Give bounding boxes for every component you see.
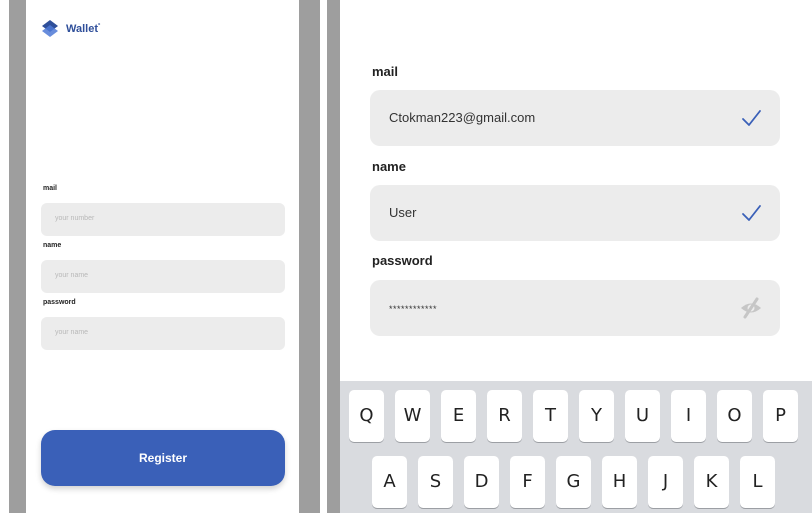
key-f[interactable]: F	[510, 456, 545, 508]
checkmark-icon	[742, 110, 761, 126]
mail-input[interactable]: your number	[41, 203, 285, 236]
eye-off-icon[interactable]	[740, 297, 762, 319]
key-d[interactable]: D	[464, 456, 499, 508]
mail-placeholder: your number	[55, 215, 95, 222]
name-label: name	[372, 159, 406, 174]
key-r[interactable]: R	[487, 390, 522, 442]
checkmark-icon	[742, 205, 761, 221]
key-w[interactable]: W	[395, 390, 430, 442]
frame-left-edge	[9, 0, 26, 513]
mail-value: Ctokman223@gmail.com	[389, 110, 536, 125]
key-q[interactable]: Q	[349, 390, 384, 442]
register-button[interactable]: Register	[41, 430, 285, 486]
key-u[interactable]: U	[625, 390, 660, 442]
password-label: password	[43, 299, 76, 306]
key-p[interactable]: P	[763, 390, 798, 442]
frame-right-edge	[327, 0, 340, 513]
name-input[interactable]: your name	[41, 260, 285, 293]
name-label: name	[43, 242, 62, 249]
wallet-logo-icon	[42, 20, 58, 37]
password-input[interactable]: your name	[41, 317, 285, 350]
frame-divider	[299, 0, 320, 513]
brand-name: Wallet°	[66, 23, 100, 35]
name-value: User	[389, 205, 417, 220]
key-y[interactable]: Y	[579, 390, 614, 442]
key-l[interactable]: L	[740, 456, 775, 508]
mail-input[interactable]: Ctokman223@gmail.com	[370, 90, 780, 146]
on-screen-keyboard: Q W E R T Y U I O P A S D F G H J K L	[340, 381, 812, 513]
mail-label: mail	[372, 64, 399, 79]
key-j[interactable]: J	[648, 456, 683, 508]
key-g[interactable]: G	[556, 456, 591, 508]
key-t[interactable]: T	[533, 390, 568, 442]
brand-mark: °	[98, 23, 101, 30]
key-o[interactable]: O	[717, 390, 752, 442]
brand-text: Wallet	[66, 23, 98, 35]
key-s[interactable]: S	[418, 456, 453, 508]
key-i[interactable]: I	[671, 390, 706, 442]
register-screen: Wallet° mail your number name your name …	[26, 0, 299, 513]
name-input[interactable]: User	[370, 185, 780, 241]
mail-label: mail	[43, 185, 58, 192]
key-k[interactable]: K	[694, 456, 729, 508]
key-h[interactable]: H	[602, 456, 637, 508]
password-input[interactable]: ************	[370, 280, 780, 336]
password-value: ************	[389, 304, 438, 314]
key-e[interactable]: E	[441, 390, 476, 442]
password-label: password	[372, 253, 433, 268]
password-placeholder: your name	[55, 329, 89, 336]
key-a[interactable]: A	[372, 456, 407, 508]
name-placeholder: your name	[55, 272, 89, 279]
filled-form-screen: mail Ctokman223@gmail.com name User pass…	[340, 0, 812, 513]
